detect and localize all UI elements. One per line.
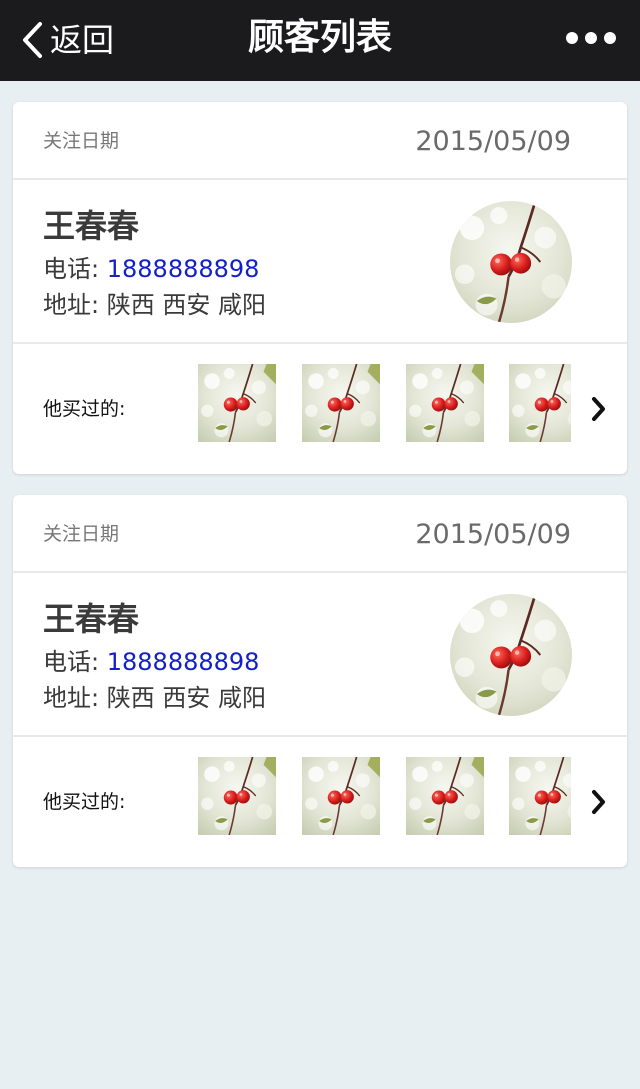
address-value: 陕西 西安 咸阳 xyxy=(106,291,266,319)
product-thumbnail[interactable] xyxy=(302,364,380,442)
customer-name: 王春春 xyxy=(43,207,140,245)
phone-link[interactable]: 1888888898 xyxy=(107,255,260,283)
dot xyxy=(566,32,578,44)
product-thumbnail[interactable] xyxy=(509,364,571,442)
follow-date-label: 关注日期 xyxy=(43,130,120,152)
customer-name: 王春春 xyxy=(43,600,140,638)
product-thumbnail[interactable] xyxy=(198,757,276,835)
product-thumbnail[interactable] xyxy=(406,757,484,835)
product-thumbnail[interactable] xyxy=(406,364,484,442)
customer-info: 王春春 电话: 1888888898 地址: 陕西 西安 咸阳 xyxy=(13,573,627,737)
product-thumbnail[interactable] xyxy=(509,757,571,835)
dot xyxy=(604,32,616,44)
phone-label: 电话: xyxy=(43,648,100,676)
avatar xyxy=(450,594,572,716)
chevron-right-icon[interactable] xyxy=(589,787,609,817)
address-row: 地址: 陕西 西安 咸阳 xyxy=(43,681,266,715)
customer-card[interactable]: 关注日期 2015/05/09 王春春 电话: 1888888898 地址: 陕… xyxy=(13,495,627,867)
card-header: 关注日期 2015/05/09 xyxy=(13,495,627,573)
chevron-right-icon[interactable] xyxy=(589,394,609,424)
follow-date: 2015/05/09 xyxy=(415,519,571,550)
address-value: 陕西 西安 咸阳 xyxy=(106,684,266,712)
card-header: 关注日期 2015/05/09 xyxy=(13,102,627,180)
follow-date-label: 关注日期 xyxy=(43,523,120,545)
phone-label: 电话: xyxy=(43,255,100,283)
address-row: 地址: 陕西 西安 咸阳 xyxy=(43,288,266,322)
purchased-label: 他买过的: xyxy=(43,398,126,420)
address-label: 地址: xyxy=(43,291,100,319)
customer-card[interactable]: 关注日期 2015/05/09 王春春 电话: 1888888898 地址: 陕… xyxy=(13,102,627,474)
product-thumbnail[interactable] xyxy=(198,364,276,442)
phone-link[interactable]: 1888888898 xyxy=(107,648,260,676)
product-thumbnail[interactable] xyxy=(302,757,380,835)
purchased-label: 他买过的: xyxy=(43,791,126,813)
follow-date: 2015/05/09 xyxy=(415,126,571,157)
customer-info: 王春春 电话: 1888888898 地址: 陕西 西安 咸阳 xyxy=(13,180,627,344)
navbar: 返回 顾客列表 xyxy=(0,0,640,81)
phone-row: 电话: 1888888898 xyxy=(43,252,259,286)
page-title: 顾客列表 xyxy=(247,17,392,58)
phone-row: 电话: 1888888898 xyxy=(43,645,259,679)
purchased-section: 他买过的: xyxy=(13,737,627,867)
more-dots-icon[interactable] xyxy=(566,28,616,48)
address-label: 地址: xyxy=(43,684,100,712)
dot xyxy=(585,32,597,44)
avatar xyxy=(450,201,572,323)
purchased-section: 他买过的: xyxy=(13,344,627,474)
